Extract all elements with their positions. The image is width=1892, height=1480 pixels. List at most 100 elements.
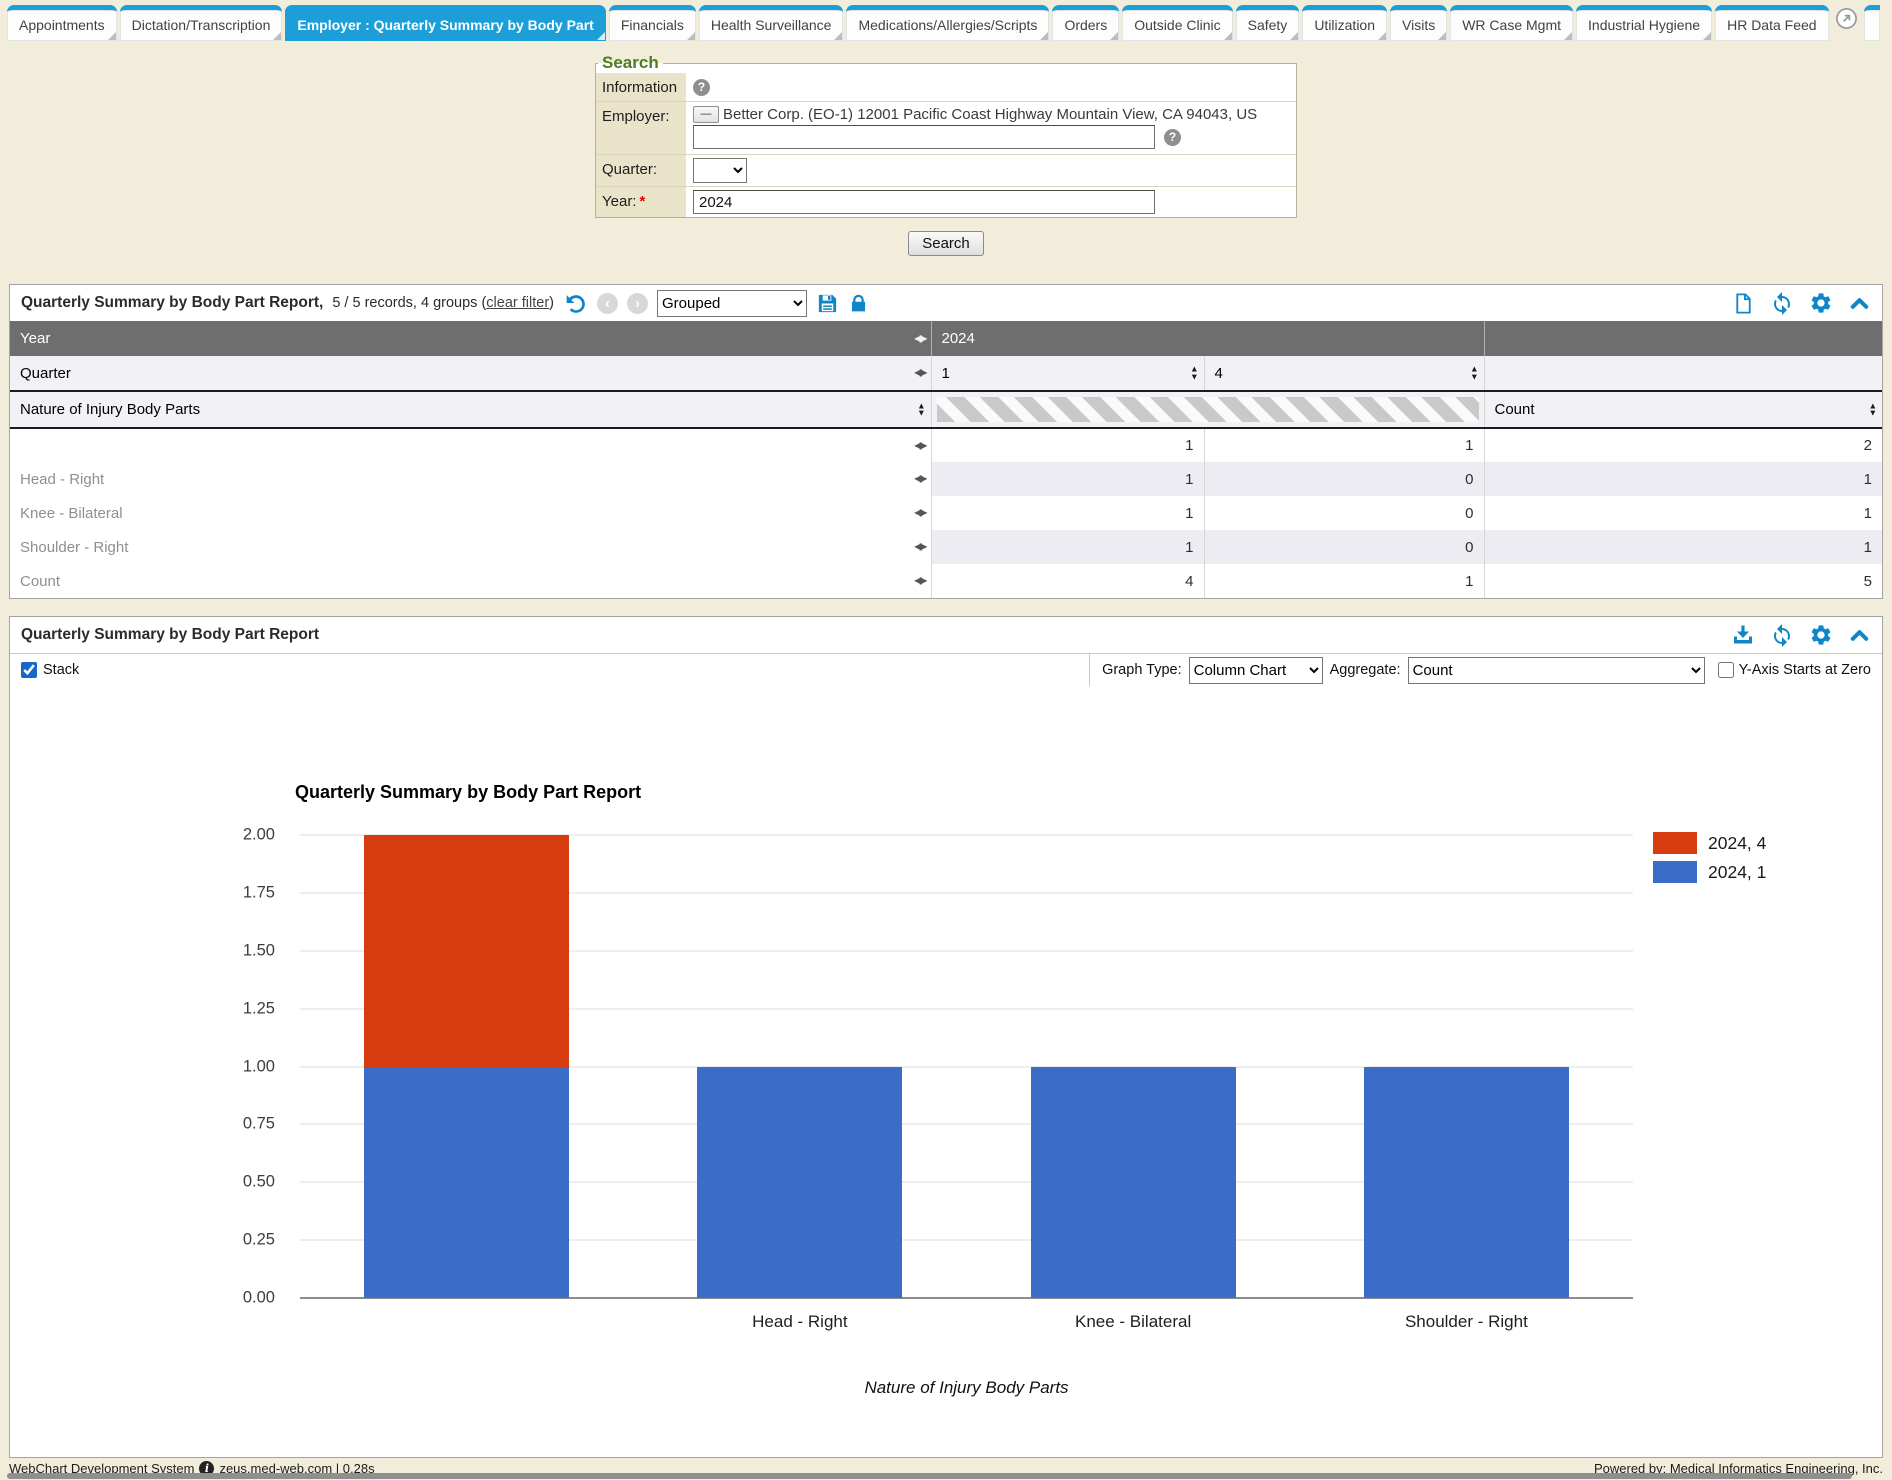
search-legend: Search xyxy=(598,53,663,73)
sort-icon[interactable]: ▲▼ xyxy=(1869,402,1877,417)
search-button[interactable]: Search xyxy=(908,231,984,256)
information-help-icon[interactable]: ? xyxy=(693,79,710,96)
collapse-panel-icon[interactable] xyxy=(1848,624,1871,647)
employer-collapse-button[interactable]: — xyxy=(693,106,719,123)
new-document-icon[interactable] xyxy=(1732,292,1755,315)
nature-header-cell[interactable]: Nature of Injury Body Parts▲▼ xyxy=(10,391,931,428)
row-label-cell[interactable]: Knee - Bilateral◀▶ xyxy=(10,496,931,530)
sort-icon[interactable]: ▲▼ xyxy=(1190,366,1198,381)
quarter-select[interactable] xyxy=(693,158,747,183)
employer-help-icon[interactable]: ? xyxy=(1164,129,1181,146)
tab-utilization[interactable]: Utilization xyxy=(1302,5,1387,41)
information-label: Information xyxy=(596,73,686,101)
bar-stack xyxy=(1364,835,1569,1298)
aggregate-select[interactable]: Count xyxy=(1408,657,1705,684)
previous-page-icon[interactable]: ‹ xyxy=(597,293,618,314)
value-cell: 0 xyxy=(1204,496,1484,530)
count-header-cell[interactable]: Count▲▼ xyxy=(1484,391,1882,428)
yaxis-zero-toggle[interactable]: Y-Axis Starts at Zero xyxy=(1718,662,1871,678)
tab-visits[interactable]: Visits xyxy=(1390,5,1447,41)
yaxis-zero-checkbox[interactable] xyxy=(1718,662,1734,678)
table-header-quarter-row: Quarter◀▶ 1▲▼ 4▲▼ xyxy=(10,356,1882,391)
next-page-icon[interactable]: › xyxy=(627,293,648,314)
tab-hr-data-feed[interactable]: HR Data Feed xyxy=(1715,5,1828,41)
graph-type-label: Graph Type: xyxy=(1102,662,1182,678)
information-row: Information ? xyxy=(596,73,1296,102)
tab-safety[interactable]: Safety xyxy=(1236,5,1300,41)
legend-swatch xyxy=(1653,832,1697,854)
employer-search-input[interactable] xyxy=(693,125,1155,149)
row-label-cell[interactable]: ◀▶ xyxy=(10,428,931,462)
sort-icon[interactable]: ▲▼ xyxy=(917,402,925,417)
column-resize-icon[interactable]: ◀▶ xyxy=(914,576,925,587)
tab-wr-case-mgmt[interactable]: WR Case Mgmt xyxy=(1450,5,1573,41)
undo-icon[interactable] xyxy=(563,291,588,316)
quarter-1-cell[interactable]: 1▲▼ xyxy=(931,356,1204,391)
value-cell: 0 xyxy=(1204,462,1484,496)
value-cell: 1 xyxy=(1204,564,1484,598)
horizontal-scrollbar[interactable] xyxy=(7,1473,1852,1479)
tab-employer-quarterly-summary-by-body-part[interactable]: Employer : Quarterly Summary by Body Par… xyxy=(285,5,605,41)
tab-appointments[interactable]: Appointments xyxy=(7,5,117,41)
quarter-header-cell[interactable]: Quarter◀▶ xyxy=(10,356,931,391)
refresh-icon[interactable] xyxy=(1770,623,1794,647)
column-resize-icon[interactable]: ◀▶ xyxy=(914,333,925,344)
chart-title: Quarterly Summary by Body Part Report xyxy=(295,782,641,803)
row-label-cell[interactable]: Count◀▶ xyxy=(10,564,931,598)
tab-financials[interactable]: Financials xyxy=(609,5,696,41)
lock-icon[interactable] xyxy=(848,293,869,314)
quarter-empty-cell xyxy=(1484,356,1882,391)
aggregate-label: Aggregate: xyxy=(1330,662,1401,678)
chart-panel: Quarterly Summary by Body Part Report St… xyxy=(9,616,1883,1458)
year-value-cell[interactable]: 2024 xyxy=(931,321,1484,356)
value-cell: 1 xyxy=(1484,530,1882,564)
download-icon[interactable] xyxy=(1731,623,1755,647)
table-row: ◀▶112 xyxy=(10,428,1882,462)
tab-partial[interactable] xyxy=(1864,5,1880,41)
legend-label: 2024, 4 xyxy=(1708,833,1766,854)
year-row: Year:* xyxy=(596,187,1296,217)
row-label-cell[interactable]: Head - Right◀▶ xyxy=(10,462,931,496)
bar-slot xyxy=(1300,835,1633,1298)
settings-gear-icon[interactable] xyxy=(1809,623,1833,647)
graph-type-select[interactable]: Column Chart xyxy=(1189,657,1323,684)
clear-filter-link[interactable]: clear filter xyxy=(486,295,549,311)
value-cell: 1 xyxy=(931,496,1204,530)
employer-label: Employer: xyxy=(596,102,686,154)
chart-panel-toolbar: Quarterly Summary by Body Part Report xyxy=(10,617,1882,653)
tab-outside-clinic[interactable]: Outside Clinic xyxy=(1122,5,1232,41)
column-resize-icon[interactable]: ◀▶ xyxy=(914,474,925,485)
refresh-icon[interactable] xyxy=(1770,291,1794,315)
column-resize-icon[interactable]: ◀▶ xyxy=(914,508,925,519)
tab-industrial-hygiene[interactable]: Industrial Hygiene xyxy=(1576,5,1712,41)
group-mode-select[interactable]: Grouped xyxy=(657,290,807,317)
tab-medications-allergies-scripts[interactable]: Medications/Allergies/Scripts xyxy=(846,5,1049,41)
year-header-cell[interactable]: Year◀▶ xyxy=(10,321,931,356)
y-axis-label: 2.00 xyxy=(243,826,275,845)
stack-checkbox[interactable] xyxy=(21,662,37,678)
year-input[interactable] xyxy=(693,190,1155,214)
employer-row: Employer: — Better Corp. (EO-1) 12001 Pa… xyxy=(596,102,1296,155)
y-axis-label: 0.50 xyxy=(243,1173,275,1192)
table-panel-title: Quarterly Summary by Body Part Report, xyxy=(21,294,323,312)
save-icon[interactable] xyxy=(816,292,839,315)
column-resize-icon[interactable]: ◀▶ xyxy=(914,542,925,553)
bar-segment-2024-1 xyxy=(364,1067,569,1299)
tab-orders[interactable]: Orders xyxy=(1052,5,1119,41)
plot-area xyxy=(300,835,1633,1298)
column-resize-icon[interactable]: ◀▶ xyxy=(914,368,925,379)
stack-toggle[interactable]: Stack xyxy=(21,662,79,678)
row-label-cell[interactable]: Shoulder - Right◀▶ xyxy=(10,530,931,564)
search-section: Search Information ? Employer: — Better … xyxy=(595,53,1297,256)
tab-health-surveillance[interactable]: Health Surveillance xyxy=(699,5,844,41)
value-cell: 1 xyxy=(1484,496,1882,530)
table-row: Shoulder - Right◀▶101 xyxy=(10,530,1882,564)
open-new-window-icon[interactable] xyxy=(1835,7,1858,35)
tab-dictation-transcription[interactable]: Dictation/Transcription xyxy=(120,5,283,41)
sort-icon[interactable]: ▲▼ xyxy=(1470,366,1478,381)
quarter-4-cell[interactable]: 4▲▼ xyxy=(1204,356,1484,391)
collapse-panel-icon[interactable] xyxy=(1848,292,1871,315)
legend-item: 2024, 1 xyxy=(1653,861,1766,883)
settings-gear-icon[interactable] xyxy=(1809,291,1833,315)
column-resize-icon[interactable]: ◀▶ xyxy=(914,440,925,451)
